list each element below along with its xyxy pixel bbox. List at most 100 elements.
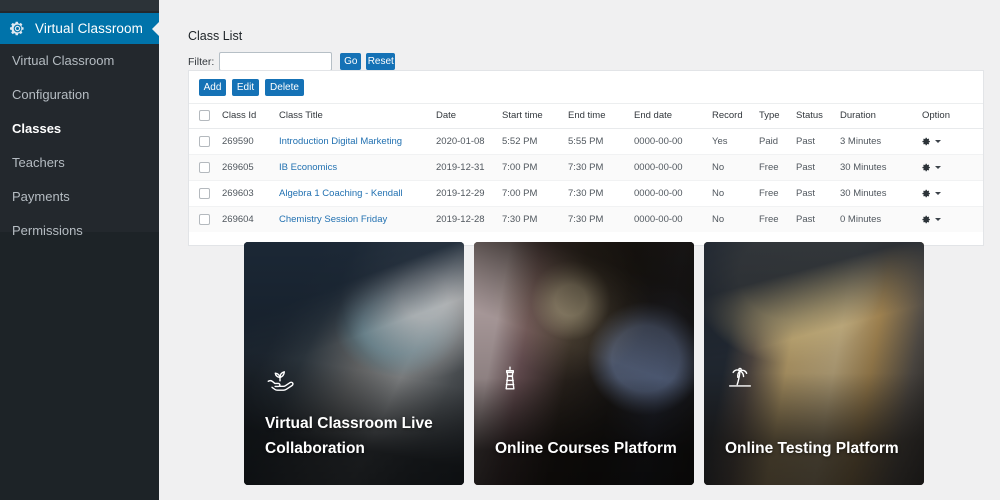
sidebar-item-virtual-classroom[interactable]: Virtual Classroom xyxy=(0,44,159,78)
cell-end-date: 0000-00-00 xyxy=(634,214,683,226)
chevron-down-icon xyxy=(935,218,941,222)
row-select-cell xyxy=(189,207,222,233)
cell-status: Past xyxy=(796,128,840,156)
page-title: Class List xyxy=(188,29,243,43)
add-button[interactable]: Add xyxy=(199,79,226,96)
admin-bar-inner xyxy=(0,0,159,11)
chevron-down-icon xyxy=(935,140,941,144)
cell-status: Past xyxy=(796,154,840,182)
sidebar-item-label: Configuration xyxy=(12,87,90,102)
table-row[interactable]: 269605 IB Economics 2019-12-31 7:00 PM 7… xyxy=(189,154,983,182)
sidebar-item-label: Permissions xyxy=(12,223,83,238)
table-row[interactable]: 269604 Chemistry Session Friday 2019-12-… xyxy=(189,206,983,233)
sidebar-item-label: Teachers xyxy=(12,155,65,170)
sidebar-item-label: Virtual Classroom xyxy=(12,53,115,68)
delete-button[interactable]: Delete xyxy=(265,79,304,96)
sidebar-item-label: Payments xyxy=(12,189,70,204)
row-options-menu[interactable] xyxy=(922,215,983,224)
row-checkbox[interactable] xyxy=(199,214,210,226)
row-checkbox[interactable] xyxy=(199,188,210,200)
gear-icon xyxy=(922,163,930,172)
cell-record: No xyxy=(712,154,759,182)
row-options-menu[interactable] xyxy=(922,137,983,146)
cell-class-id: 269605 xyxy=(222,154,279,182)
palm-tree-icon xyxy=(728,367,752,387)
cell-status: Past xyxy=(796,214,816,226)
cell-start-time: 7:00 PM xyxy=(502,180,568,208)
promo-card-title: Online Courses Platform xyxy=(495,439,677,457)
class-title-link[interactable]: Algebra 1 Coaching - Kendall xyxy=(279,188,403,199)
promo-card-online-courses-platform[interactable]: Online Courses Platform xyxy=(474,242,694,485)
column-header-class-id: Class Id xyxy=(222,104,279,130)
row-checkbox[interactable] xyxy=(199,162,210,174)
cell-end-time: 5:55 PM xyxy=(568,128,634,156)
column-header-class-title: Class Title xyxy=(279,104,436,130)
class-list-panel: Add Edit Delete Class Id Class Title Dat… xyxy=(188,70,984,247)
sidebar-item-payments[interactable]: Payments xyxy=(0,180,159,214)
gear-icon xyxy=(922,137,930,146)
sidebar-item-label: Classes xyxy=(12,121,62,136)
sidebar-menu-block: Virtual Classroom Virtual Classroom Conf… xyxy=(0,13,160,238)
table-row[interactable]: 269603 Algebra 1 Coaching - Kendall 2019… xyxy=(189,180,983,208)
sidebar-item-classes[interactable]: Classes xyxy=(0,112,159,146)
cell-date: 2019-12-28 xyxy=(436,214,485,226)
cell-duration: 3 Minutes xyxy=(840,128,922,156)
table-action-bar: Add Edit Delete xyxy=(189,71,983,104)
column-header-status: Status xyxy=(796,104,840,130)
sidebar-item-permissions[interactable]: Permissions xyxy=(0,214,159,248)
row-options-menu[interactable] xyxy=(922,163,983,172)
cell-option xyxy=(922,154,983,182)
class-table: Class Id Class Title Date Start time End… xyxy=(189,104,983,233)
table-row[interactable]: 269590 Introduction Digital Marketing 20… xyxy=(189,128,983,156)
column-header-end-date: End date xyxy=(634,104,712,130)
cell-end-time: 7:30 PM xyxy=(568,214,604,226)
cell-class-id: 269590 xyxy=(222,128,279,156)
row-select-cell xyxy=(189,154,222,182)
class-title-link[interactable]: IB Economics xyxy=(279,162,337,173)
filter-label: Filter: xyxy=(188,55,215,68)
cell-type: Free xyxy=(759,214,779,226)
cell-date: 2019-12-31 xyxy=(436,154,502,182)
row-options-menu[interactable] xyxy=(922,189,983,198)
cell-end-time: 7:30 PM xyxy=(568,180,634,208)
cell-type: Paid xyxy=(759,128,796,156)
go-button[interactable]: Go xyxy=(340,53,362,70)
cell-start-time: 7:30 PM xyxy=(502,214,538,226)
filter-input[interactable] xyxy=(219,52,333,71)
cell-end-time: 7:30 PM xyxy=(568,154,634,182)
cell-end-date: 0000-00-00 xyxy=(634,154,712,182)
class-title-link[interactable]: Introduction Digital Marketing xyxy=(279,136,402,147)
reset-button[interactable]: Reset xyxy=(366,53,396,70)
cell-start-time: 5:52 PM xyxy=(502,128,568,156)
promo-card-online-testing-platform[interactable]: Online Testing Platform xyxy=(704,242,924,485)
cell-status: Past xyxy=(796,180,840,208)
table-header: Class Id Class Title Date Start time End… xyxy=(189,104,983,130)
column-header-option: Option xyxy=(922,104,983,130)
filter-bar: Filter: Go Reset xyxy=(188,51,396,72)
column-header-record: Record xyxy=(712,104,759,130)
cell-class-title: Chemistry Session Friday xyxy=(279,207,436,233)
sidebar-brand-label: Virtual Classroom xyxy=(35,21,143,36)
cell-type: Free xyxy=(759,180,796,208)
cell-end-date: 0000-00-00 xyxy=(634,128,712,156)
row-select-cell xyxy=(189,180,222,208)
cell-class-title: IB Economics xyxy=(279,154,436,182)
class-title-link[interactable]: Chemistry Session Friday xyxy=(279,214,387,225)
cell-type: Free xyxy=(759,154,796,182)
select-all-checkbox[interactable] xyxy=(199,110,210,121)
sidebar-item-teachers[interactable]: Teachers xyxy=(0,146,159,180)
sidebar-item-configuration[interactable]: Configuration xyxy=(0,78,159,112)
row-checkbox[interactable] xyxy=(199,136,210,148)
column-header-date: Date xyxy=(436,104,502,130)
cell-record: No xyxy=(712,180,759,208)
sidebar-brand[interactable]: Virtual Classroom xyxy=(0,13,160,44)
promo-card-title: Online Testing Platform xyxy=(725,439,899,457)
cell-duration: 30 Minutes xyxy=(840,154,922,182)
admin-bar xyxy=(0,0,159,13)
table-body: 269590 Introduction Digital Marketing 20… xyxy=(189,128,983,233)
promo-card-virtual-classroom-live-collaboration[interactable]: Virtual Classroom Live Collaboration xyxy=(244,242,464,485)
chevron-down-icon xyxy=(935,192,941,196)
edit-button[interactable]: Edit xyxy=(232,79,259,96)
row-select-cell xyxy=(189,128,222,156)
cell-class-title: Algebra 1 Coaching - Kendall xyxy=(279,180,436,208)
